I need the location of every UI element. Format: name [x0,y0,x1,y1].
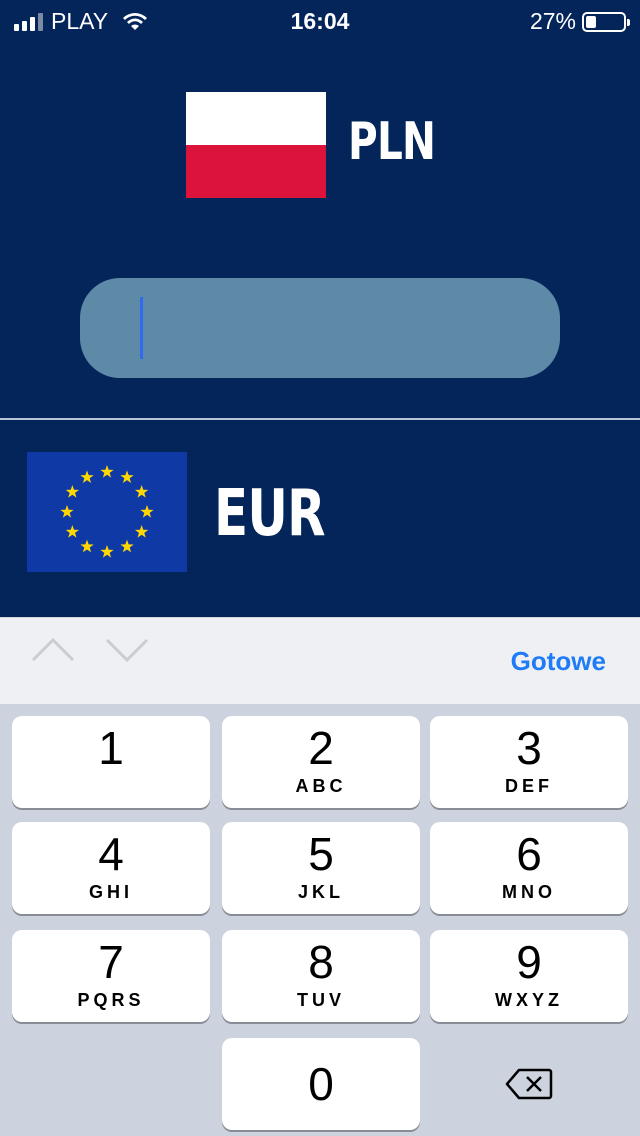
eu-star [140,505,154,518]
target-currency-code[interactable]: EUR [214,477,326,551]
key-9[interactable]: 9 WXYZ [430,930,628,1022]
eu-star [80,539,94,553]
key-letters: WXYZ [495,990,563,1010]
source-currency-code[interactable]: PLN [348,112,436,172]
eu-star [100,545,114,558]
divider [0,418,640,420]
key-2[interactable]: 2 ABC [222,716,420,808]
battery-percent: 27% [529,8,576,34]
eu-star [65,485,80,498]
text-caret [140,297,143,359]
key-1[interactable]: 1 [12,716,210,808]
key-digit: 0 [308,1058,334,1110]
eu-star [80,470,94,484]
key-5[interactable]: 5 JKL [222,822,420,914]
key-digit: 8 [308,936,334,988]
key-letters: PQRS [77,990,145,1010]
key-7[interactable]: 7 PQRS [12,930,210,1022]
backspace-icon [505,1068,553,1100]
key-digit: 9 [516,936,542,988]
key-digit: 7 [98,936,124,988]
key-digit: 3 [516,722,542,774]
amount-input[interactable] [80,278,560,378]
key-digit: 4 [98,828,124,880]
battery-icon [582,11,630,32]
eu-star [100,465,114,478]
key-letters: DEF [505,776,553,796]
key-letters: GHI [88,882,133,902]
key-0[interactable]: 0 [222,1038,420,1130]
keyboard-toolbar: Gotowe [0,617,640,704]
key-digit: 5 [308,828,334,880]
poland-flag-icon[interactable] [186,92,326,198]
key-letters: TUV [297,990,345,1010]
eu-star [134,525,149,538]
key-digit: 6 [516,828,542,880]
key-digit: 2 [308,722,334,774]
eu-star [60,505,74,518]
delete-button[interactable] [430,1038,628,1130]
eu-star [120,470,134,484]
eu-star [134,485,149,498]
key-digit: 1 [98,722,124,774]
key-6[interactable]: 6 MNO [430,822,628,914]
eu-star [120,539,134,553]
eu-flag-icon[interactable] [27,452,187,572]
key-3[interactable]: 3 DEF [430,716,628,808]
chevron-down-icon[interactable] [104,634,150,664]
key-4[interactable]: 4 GHI [12,822,210,914]
key-8[interactable]: 8 TUV [222,930,420,1022]
done-button[interactable]: Gotowe [511,646,606,677]
key-letters: MNO [502,882,556,902]
eu-star [65,525,80,538]
chevron-up-icon[interactable] [30,634,76,664]
key-letters: JKL [297,882,344,902]
status-bar: PLAY 16:04 27% [0,0,640,40]
key-letters: ABC [295,776,347,796]
battery-status: 27% [529,8,630,35]
